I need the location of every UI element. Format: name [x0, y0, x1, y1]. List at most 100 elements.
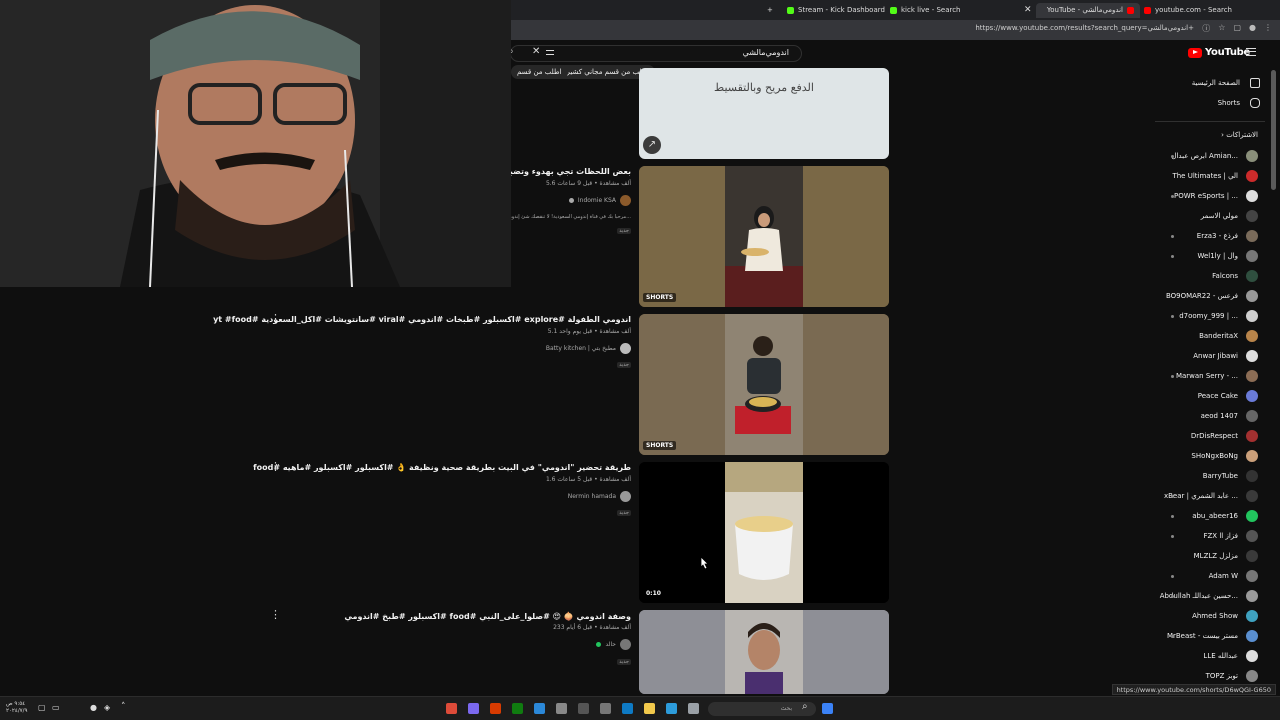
channel-link[interactable]: Batty kitchen | مطبخ بتي: [546, 343, 631, 354]
screen-icon[interactable]: ▭: [52, 703, 60, 712]
notification-icon[interactable]: ▢: [38, 703, 46, 712]
app-icon[interactable]: [468, 703, 479, 714]
sidebar-subscription-item[interactable]: مولي الاسمر: [1201, 209, 1258, 223]
sidebar-item-home[interactable]: الصفحة الرئيسية: [1192, 78, 1260, 88]
more-options-icon[interactable]: [270, 608, 281, 621]
sidebar-subscription-item[interactable]: Falcons: [1212, 269, 1258, 283]
sidebar-subscription-item[interactable]: ابرص عبدال Amian...: [1171, 149, 1258, 163]
sidebar-subscription-item[interactable]: Anwar Jibawi: [1193, 349, 1258, 363]
sidebar-subscription-item[interactable]: abu_abeer16: [1192, 509, 1258, 523]
tab-youtube[interactable]: YouTube - اندومي‌مالشي: [1036, 3, 1140, 18]
kick-favicon-icon: [890, 7, 897, 14]
menu-icon[interactable]: [1246, 48, 1256, 56]
video-title[interactable]: اندومي الطفولة #explore #اكسبلور #طبخات …: [213, 315, 631, 324]
sidebar-subscription-item[interactable]: BarryTube: [1203, 469, 1258, 483]
extensions-icon[interactable]: ▢: [1233, 23, 1241, 34]
result-thumbnail[interactable]: [639, 610, 889, 694]
sidebar-subscription-item[interactable]: TOPZ توبز: [1206, 669, 1258, 683]
store-icon[interactable]: [822, 703, 833, 714]
subscription-name: xBear | عابد الشمري ...: [1163, 492, 1238, 500]
sidebar-item-shorts[interactable]: Shorts: [1218, 98, 1260, 108]
kick-favicon-icon: [787, 7, 794, 14]
sidebar-subscription-item[interactable]: MrBeast - مستر بيست: [1167, 629, 1258, 643]
star-icon[interactable]: ☆: [1218, 23, 1225, 34]
subscriptions-header[interactable]: › الاشتراكات: [1221, 131, 1258, 139]
xbox-icon[interactable]: [512, 703, 523, 714]
avatar: [1246, 150, 1258, 162]
youtube-logo[interactable]: YouTube: [1188, 47, 1250, 58]
avatar: [1246, 210, 1258, 222]
close-tab-icon[interactable]: ✕: [1024, 3, 1032, 18]
tab-label: YouTube - اندومي‌مالشي: [1046, 6, 1123, 14]
profile-icon[interactable]: ●: [1249, 23, 1256, 34]
avatar: [620, 343, 631, 354]
sidebar-subscription-item[interactable]: The Ultimates | الي: [1172, 169, 1258, 183]
video-title[interactable]: وصفة اندومي 🧅 😍 #صلوا_على_النبي #food #ا…: [344, 612, 631, 621]
keyboard-icon[interactable]: [546, 50, 554, 55]
channel-link[interactable]: Nermin hamada: [568, 491, 631, 502]
avatar: [1246, 530, 1258, 542]
avatar: [620, 491, 631, 502]
settings-icon[interactable]: [556, 703, 567, 714]
tab-youtube-search[interactable]: youtube.com - Search: [1144, 3, 1232, 18]
result-thumbnail[interactable]: [639, 462, 889, 603]
video-title[interactable]: طريقة تحضير "اندومي" في البيت بطريقة صحي…: [253, 463, 631, 472]
new-tab-button[interactable]: +: [767, 3, 773, 18]
sidebar-subscription-item[interactable]: BanderitaX: [1199, 329, 1258, 343]
chrome-icon[interactable]: [446, 703, 457, 714]
avatar: [1246, 670, 1258, 682]
chevron-up-icon[interactable]: ˄: [121, 702, 126, 712]
new-content-dot-icon: [1171, 235, 1174, 238]
sidebar-subscription-item[interactable]: Ahmed Show: [1192, 609, 1258, 623]
subscription-name: Adam W: [1208, 572, 1238, 580]
sidebar-subscription-item[interactable]: SHoNgxBoNg: [1191, 449, 1258, 463]
sidebar-subscription-item[interactable]: POWR eSports | ...: [1174, 189, 1258, 203]
sidebar-scrollbar[interactable]: [1271, 70, 1276, 190]
avatar: [1246, 470, 1258, 482]
word-icon[interactable]: [490, 703, 501, 714]
result-thumbnail[interactable]: [639, 166, 889, 307]
open-link-icon[interactable]: ↗: [643, 136, 661, 154]
photos-icon[interactable]: [666, 703, 677, 714]
window-icon[interactable]: [688, 703, 699, 714]
youtube-play-icon: [1188, 47, 1202, 58]
thumbnail-image: [639, 166, 889, 307]
sidebar-subscription-item[interactable]: Abdullah حسين عبداللـ...: [1160, 589, 1258, 603]
avatar: [1246, 350, 1258, 362]
video-description: مرحبا بك في قناة إندومي السعودية! لا تنق…: [504, 214, 631, 220]
sidebar-subscription-item[interactable]: Wel1ly | وال: [1197, 249, 1258, 263]
obs-icon[interactable]: [578, 703, 589, 714]
microphone-icon[interactable]: ●: [90, 703, 97, 712]
sidebar-subscription-item[interactable]: BO9OMAR22 - فرعس: [1166, 289, 1258, 303]
files-icon[interactable]: [600, 703, 611, 714]
channel-link[interactable]: Indomie KSA: [568, 195, 631, 206]
avatar: [1246, 450, 1258, 462]
clock[interactable]: ٩:٥٤ ص ٢٠٢٤/٧/٩: [6, 701, 27, 715]
filter-chip[interactable]: اطلب من قسم: [511, 65, 568, 79]
info-icon[interactable]: ⓘ: [1202, 23, 1210, 34]
folder-icon[interactable]: [644, 703, 655, 714]
clear-search-icon[interactable]: ✕: [532, 46, 540, 57]
sidebar-subscription-item[interactable]: Adam W: [1209, 569, 1258, 583]
sidebar-subscription-item[interactable]: FZX ll فزاز: [1203, 529, 1258, 543]
sidebar-subscription-item[interactable]: Marwan Serry - ...: [1176, 369, 1258, 383]
tab-kick-dashboard[interactable]: Stream - Kick Dashboard: [787, 3, 885, 18]
channel-link[interactable]: حالد: [596, 639, 631, 650]
result-thumbnail[interactable]: [639, 314, 889, 455]
menu-icon[interactable]: ⋮: [1264, 23, 1272, 34]
sidebar-subscription-item[interactable]: d7oomy_999 | ...: [1179, 309, 1258, 323]
sidebar-subscription-item[interactable]: Erza3 - فرذع: [1197, 229, 1258, 243]
sidebar-subscription-item[interactable]: xBear | عابد الشمري ...: [1164, 489, 1258, 503]
sidebar-subscription-item[interactable]: aeod 1407: [1201, 409, 1258, 423]
sidebar-subscription-item[interactable]: DrDisRespect: [1191, 429, 1258, 443]
tab-label: youtube.com - Search: [1155, 6, 1232, 14]
address-bar[interactable]: https://www.youtube.com/results?search_q…: [975, 24, 1194, 32]
taskbar-search[interactable]: بحث: [708, 702, 816, 716]
tab-kick-search[interactable]: kick live - Search: [890, 3, 961, 18]
edge-icon[interactable]: [622, 703, 633, 714]
sidebar-subscription-item[interactable]: MLZLZ مزلزل: [1194, 549, 1258, 563]
shield-icon[interactable]: [534, 703, 545, 714]
sidebar-subscription-item[interactable]: Peace Cake: [1198, 389, 1258, 403]
network-icon[interactable]: ◈: [104, 703, 110, 712]
sidebar-subscription-item[interactable]: LLE عبدالله: [1203, 649, 1258, 663]
